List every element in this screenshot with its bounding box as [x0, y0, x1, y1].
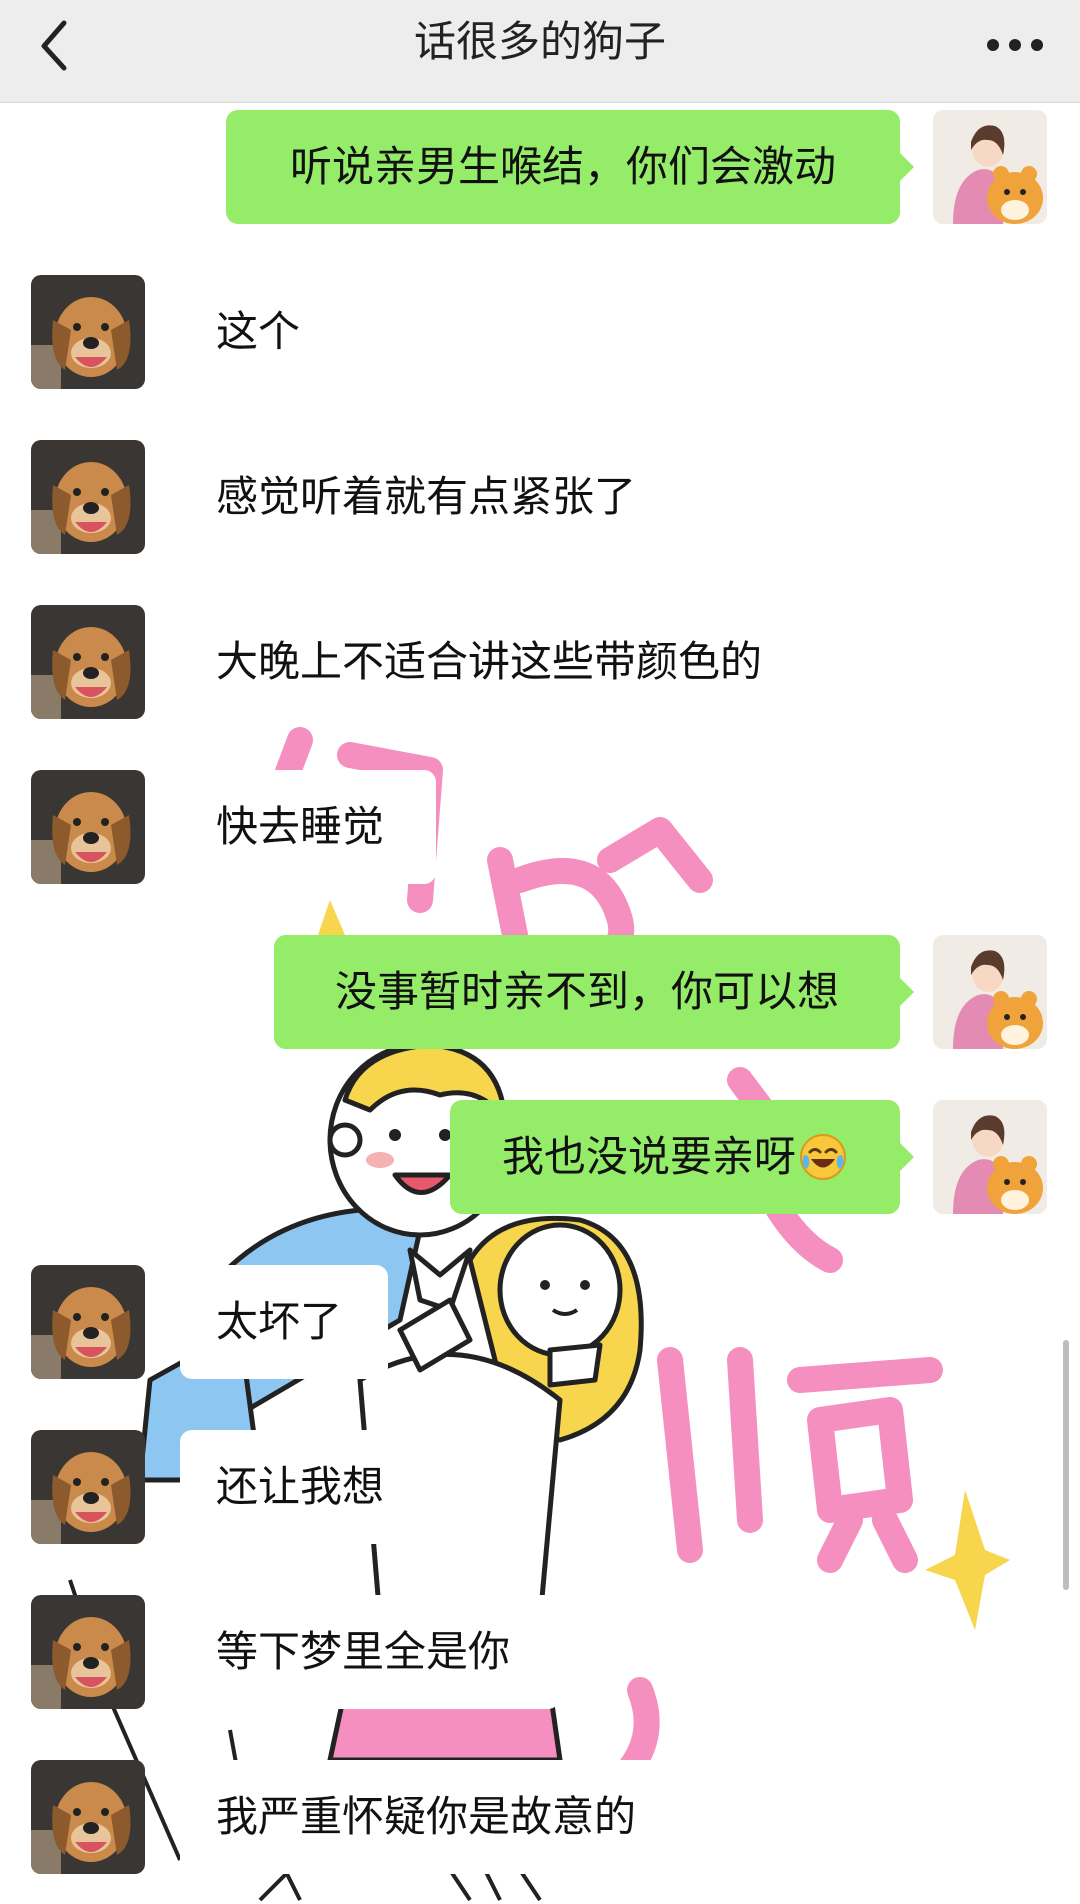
avatar-girl-tiger-icon: [933, 110, 1047, 224]
message-bubble-incoming[interactable]: 快去睡觉: [180, 770, 436, 884]
back-button[interactable]: [30, 10, 90, 80]
friend-avatar[interactable]: [31, 1265, 145, 1379]
friend-avatar[interactable]: [31, 770, 145, 884]
laughing-crying-emoji-icon: [800, 1133, 846, 1180]
friend-avatar[interactable]: [31, 275, 145, 389]
avatar-dog-icon: [31, 275, 145, 389]
avatar-dog-icon: [31, 1760, 145, 1874]
my-avatar[interactable]: [933, 1100, 1047, 1214]
message-text: 听说亲男生喉结，你们会激动: [289, 142, 836, 191]
avatar-girl-tiger-icon: [933, 935, 1047, 1049]
friend-avatar[interactable]: [31, 605, 145, 719]
avatar-dog-icon: [31, 1595, 145, 1709]
message-text: 大晚上不适合讲这些带颜色的: [216, 637, 763, 686]
more-button[interactable]: [980, 20, 1050, 70]
message-bubble-incoming[interactable]: 太坏了: [180, 1265, 388, 1379]
avatar-dog-icon: [31, 605, 145, 719]
message-text: 快去睡觉: [216, 802, 385, 851]
avatar-dog-icon: [31, 440, 145, 554]
message-bubble-incoming[interactable]: 大晚上不适合讲这些带颜色的: [180, 605, 854, 719]
chat-header: 话很多的狗子: [0, 0, 1080, 103]
message-text: 没事暂时亲不到，你可以想: [334, 967, 839, 1016]
message-bubble-outgoing[interactable]: 听说亲男生喉结，你们会激动: [226, 110, 914, 224]
chevron-left-icon: [41, 20, 67, 71]
message-text: 我严重怀疑你是故意的: [216, 1792, 637, 1841]
scrollbar[interactable]: [1063, 1340, 1069, 1590]
message-text: 等下梦里全是你: [216, 1627, 511, 1676]
message-bubble-outgoing[interactable]: 我也没说要亲呀: [450, 1100, 914, 1214]
more-horizontal-icon: [987, 39, 1043, 51]
message-text: 我也没说要亲呀: [501, 1132, 796, 1181]
friend-avatar[interactable]: [31, 1430, 145, 1544]
avatar-dog-icon: [31, 770, 145, 884]
avatar-dog-icon: [31, 1430, 145, 1544]
friend-avatar[interactable]: [31, 440, 145, 554]
my-avatar[interactable]: [933, 110, 1047, 224]
message-bubble-incoming[interactable]: 等下梦里全是你: [180, 1595, 560, 1709]
friend-avatar[interactable]: [31, 1595, 145, 1709]
message-text: 太坏了: [216, 1297, 343, 1346]
message-bubble-outgoing[interactable]: 没事暂时亲不到，你可以想: [274, 935, 914, 1049]
message-text: 这个: [216, 307, 301, 356]
message-bubble-incoming[interactable]: 这个: [180, 275, 344, 389]
message-text: 感觉听着就有点紧张了: [216, 472, 637, 521]
avatar-dog-icon: [31, 1265, 145, 1379]
my-avatar[interactable]: [933, 935, 1047, 1049]
friend-avatar[interactable]: [31, 1760, 145, 1874]
avatar-girl-tiger-icon: [933, 1100, 1047, 1214]
message-text: 还让我想: [216, 1462, 385, 1511]
message-bubble-incoming[interactable]: 还让我想: [180, 1430, 436, 1544]
message-bubble-incoming[interactable]: 感觉听着就有点紧张了: [180, 440, 700, 554]
message-bubble-incoming[interactable]: 我严重怀疑你是故意的: [180, 1760, 700, 1874]
chat-title: 话很多的狗子: [413, 17, 666, 66]
